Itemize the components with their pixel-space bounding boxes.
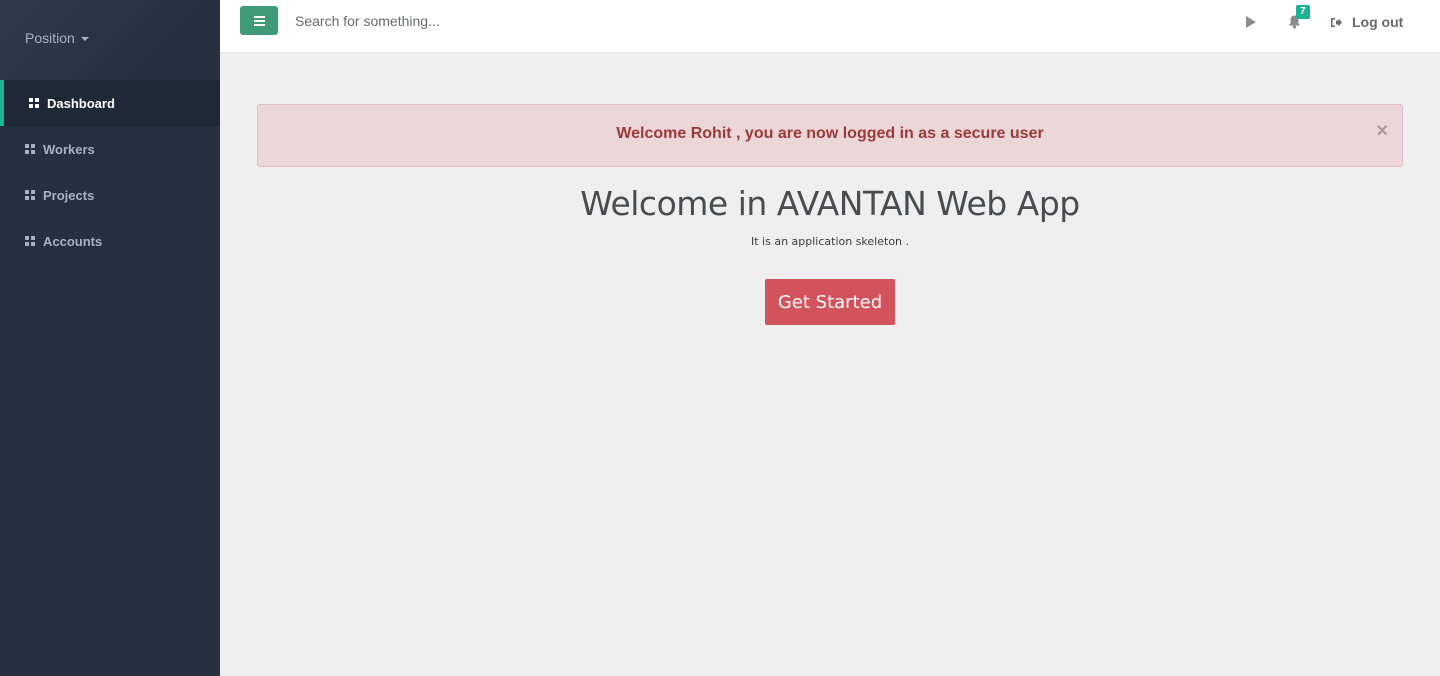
sidebar-item-workers[interactable]: Workers bbox=[0, 126, 220, 172]
hamburger-icon-bar bbox=[253, 15, 265, 18]
sidebar-item-accounts[interactable]: Accounts bbox=[0, 218, 220, 264]
sidebar-item-label: Accounts bbox=[43, 233, 103, 249]
play-icon[interactable] bbox=[1246, 16, 1256, 28]
hamburger-icon-bar bbox=[253, 19, 265, 22]
logout-button[interactable]: Log out bbox=[1330, 14, 1403, 30]
close-icon[interactable]: × bbox=[1376, 121, 1388, 141]
sidebar: Position Dashboard Workers Projects Acco… bbox=[0, 0, 220, 676]
page-title: Welcome in AVANTAN Web App bbox=[580, 184, 1080, 223]
sidebar-item-dashboard[interactable]: Dashboard bbox=[0, 80, 220, 126]
search-input[interactable] bbox=[295, 8, 695, 34]
logout-label: Log out bbox=[1352, 14, 1404, 30]
notifications-button[interactable]: 7 bbox=[1286, 5, 1310, 32]
sidebar-item-label: Workers bbox=[43, 141, 95, 157]
grid-icon bbox=[25, 190, 35, 200]
get-started-button[interactable]: Get Started bbox=[765, 279, 895, 325]
sidebar-item-label: Projects bbox=[43, 187, 95, 203]
sidebar-item-projects[interactable]: Projects bbox=[0, 172, 220, 218]
sidebar-header: Position bbox=[0, 0, 220, 80]
sign-out-icon bbox=[1331, 17, 1342, 27]
caret-down-icon bbox=[80, 37, 89, 41]
sidebar-item-label: Dashboard bbox=[47, 95, 115, 111]
hamburger-icon-bar bbox=[253, 23, 265, 26]
topbar: 7 Log out bbox=[220, 0, 1440, 53]
position-label: Position bbox=[25, 30, 75, 46]
notification-count-badge: 7 bbox=[1296, 5, 1310, 19]
grid-icon bbox=[25, 236, 35, 246]
alert-message: Welcome Rohit , you are now logged in as… bbox=[616, 125, 1044, 142]
grid-icon bbox=[25, 144, 35, 154]
position-dropdown[interactable]: Position bbox=[25, 30, 89, 46]
menu-toggle-button[interactable] bbox=[240, 6, 278, 35]
welcome-alert: Welcome Rohit , you are now logged in as… bbox=[257, 104, 1403, 167]
sidebar-nav: Dashboard Workers Projects Accounts bbox=[0, 80, 220, 264]
grid-icon bbox=[29, 98, 39, 108]
page-subtitle: It is an application skeleton . bbox=[750, 235, 910, 248]
